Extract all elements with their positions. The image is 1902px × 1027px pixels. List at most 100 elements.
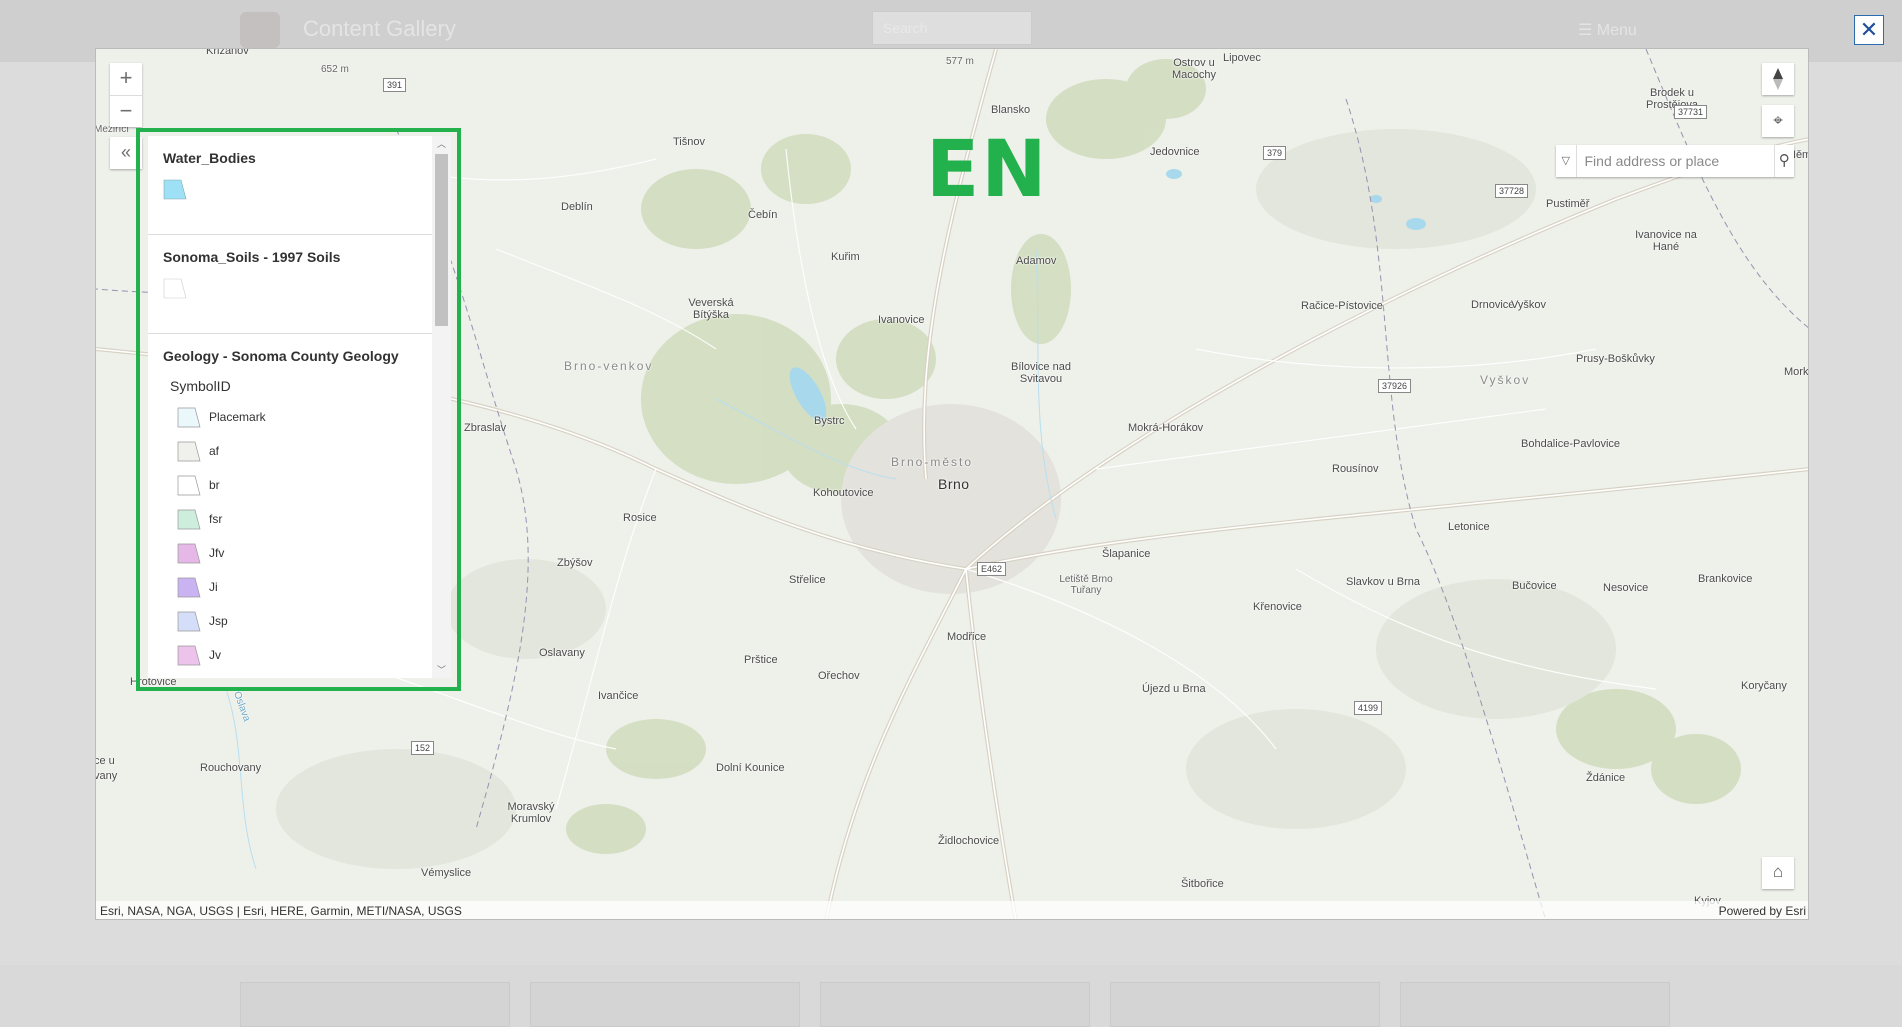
legend-layer: Geology - Sonoma County Geology SymbolID… (148, 334, 432, 672)
map-label: Pustiměř (1546, 198, 1590, 210)
chevron-down-icon: ▽ (1561, 155, 1570, 167)
map-label: Prštice (744, 654, 778, 666)
map-label: Deblín (561, 201, 593, 213)
chevron-down-icon[interactable]: ﹀ (432, 662, 451, 678)
map-label: Křižanov (206, 48, 249, 57)
legend-item: Jv (163, 638, 417, 672)
legend-swatch-row (163, 178, 417, 208)
legend-swatch (177, 611, 201, 632)
legend-item-label: Ji (209, 580, 218, 594)
scrollbar-thumb[interactable] (435, 154, 448, 326)
zoom-control: + − (110, 63, 142, 127)
attribution-bar: Esri, NASA, NGA, USGS | Esri, HERE, Garm… (96, 901, 1808, 919)
legend-item-label: af (209, 444, 220, 458)
map-label: Rosice (623, 512, 657, 524)
compass-button[interactable] (1762, 63, 1794, 95)
map-label: Letonice (1448, 521, 1490, 533)
legend-scrollbar[interactable]: ︿ ﹀ (432, 136, 451, 678)
legend-swatch (177, 645, 201, 666)
legend-swatch (177, 475, 201, 496)
search-input[interactable] (1576, 145, 1774, 177)
map-label: Drnovice (1471, 299, 1515, 311)
map-label: Prusy-Boškůvky (1576, 353, 1655, 365)
legend-swatch (177, 509, 201, 530)
map-label: Kuřim (831, 251, 860, 263)
road-shield: 379 (1263, 146, 1287, 160)
map-label: Letiště Brno Tuřany (1059, 574, 1113, 596)
chevron-up-icon[interactable]: ︿ (432, 136, 451, 152)
map-label: Zbraslav (464, 422, 507, 434)
map-label: Křenovice (1253, 601, 1302, 613)
road-shield: 4199 (1354, 701, 1383, 715)
road-shield: 37926 (1378, 379, 1412, 393)
map-label: Ivančice (598, 690, 639, 702)
legend-item-label: fsr (209, 512, 223, 526)
map-label: Ostrov u Macochy (1171, 57, 1217, 81)
legend-item-list: Placemark af br fsr Jfv Ji Jsp Jv (163, 400, 417, 672)
map-label: Střelice (789, 574, 826, 586)
map-label: Ořechov (818, 670, 860, 682)
legend-swatch (163, 278, 187, 299)
search-button[interactable]: ⚲ (1773, 145, 1795, 177)
map-label: Ivanovice na Hané (1635, 229, 1697, 253)
menu-label: Menu (1596, 22, 1637, 39)
legend-item: Jfv (163, 536, 417, 570)
legend-swatch (177, 407, 201, 428)
map-label: Brno-venkov (564, 359, 654, 373)
road-shield: 152 (411, 741, 435, 755)
legend-item-label: br (209, 478, 220, 492)
map-label: Ivanovice (878, 314, 925, 326)
map-search: ▽ ⚲ (1556, 145, 1794, 177)
search-source-dropdown[interactable]: ▽ (1556, 145, 1577, 177)
map-label: Rousínov (1332, 463, 1379, 475)
map-label: Ždánice (1586, 772, 1626, 784)
compass-icon (1773, 68, 1783, 90)
locate-button[interactable]: ⌖ (1762, 105, 1794, 137)
menu-icon: ☰ (1578, 22, 1593, 39)
map-label: Tišnov (673, 136, 705, 148)
map-label: Modřice (947, 631, 987, 643)
attribution-text[interactable]: Esri, NASA, NGA, USGS | Esri, HERE, Garm… (100, 904, 462, 918)
map-label: Čebín (748, 209, 778, 221)
double-chevron-left-icon: « (120, 142, 131, 162)
gallery-card (530, 982, 800, 1027)
map-label: Kohoutovice (813, 487, 874, 499)
zoom-in-button[interactable]: + (110, 63, 142, 95)
map-label: Vémyslice (421, 867, 472, 879)
map-label: Šlapanice (1102, 548, 1151, 560)
map-label: Brno-město (891, 455, 974, 469)
map-label: Zbýšov (557, 557, 593, 569)
map-label: Rouchovany (200, 762, 262, 774)
map-label: Oslavany (539, 647, 585, 659)
legend-content: Water_Bodies Sonoma_Soils - 1997 Soils G… (148, 136, 432, 672)
powered-by[interactable]: Powered by Esri (1719, 904, 1806, 918)
map-label: Újezd u Brna (1142, 683, 1206, 695)
app-logo (240, 12, 280, 48)
legend-swatch-row (163, 277, 417, 307)
zoom-out-button[interactable]: − (110, 95, 142, 127)
map-label: Jedovnice (1150, 146, 1200, 158)
map-label: Adamov (1016, 255, 1057, 267)
legend-layer: Sonoma_Soils - 1997 Soils (148, 235, 432, 334)
legend-item-label: Jv (209, 648, 221, 662)
map-label: Blansko (991, 104, 1031, 116)
map-label: Račice-Pístovice (1301, 300, 1383, 312)
app-title: Content Gallery (303, 16, 456, 41)
map-label: Bílovice nad Svitavou (1011, 361, 1071, 385)
home-button[interactable]: ⌂ (1762, 857, 1794, 889)
close-modal-button[interactable]: ✕ (1854, 15, 1884, 45)
map-label: Mork (1784, 366, 1809, 378)
gallery-card (820, 982, 1090, 1027)
legend-item: Ji (163, 570, 417, 604)
map-label: Lipovec (1223, 52, 1261, 64)
road-shield: 37731 (1674, 105, 1708, 119)
legend-item: Jsp (163, 604, 417, 638)
map-label: vany (95, 770, 118, 782)
legend-item: af (163, 434, 417, 468)
legend-layer-title: Geology - Sonoma County Geology (163, 348, 399, 364)
map-label: Dolní Kounice (716, 762, 785, 774)
legend-swatch (177, 577, 201, 598)
road-shield: 37728 (1495, 184, 1529, 198)
road-shield: 391 (383, 78, 407, 92)
plus-icon: + (119, 65, 133, 90)
